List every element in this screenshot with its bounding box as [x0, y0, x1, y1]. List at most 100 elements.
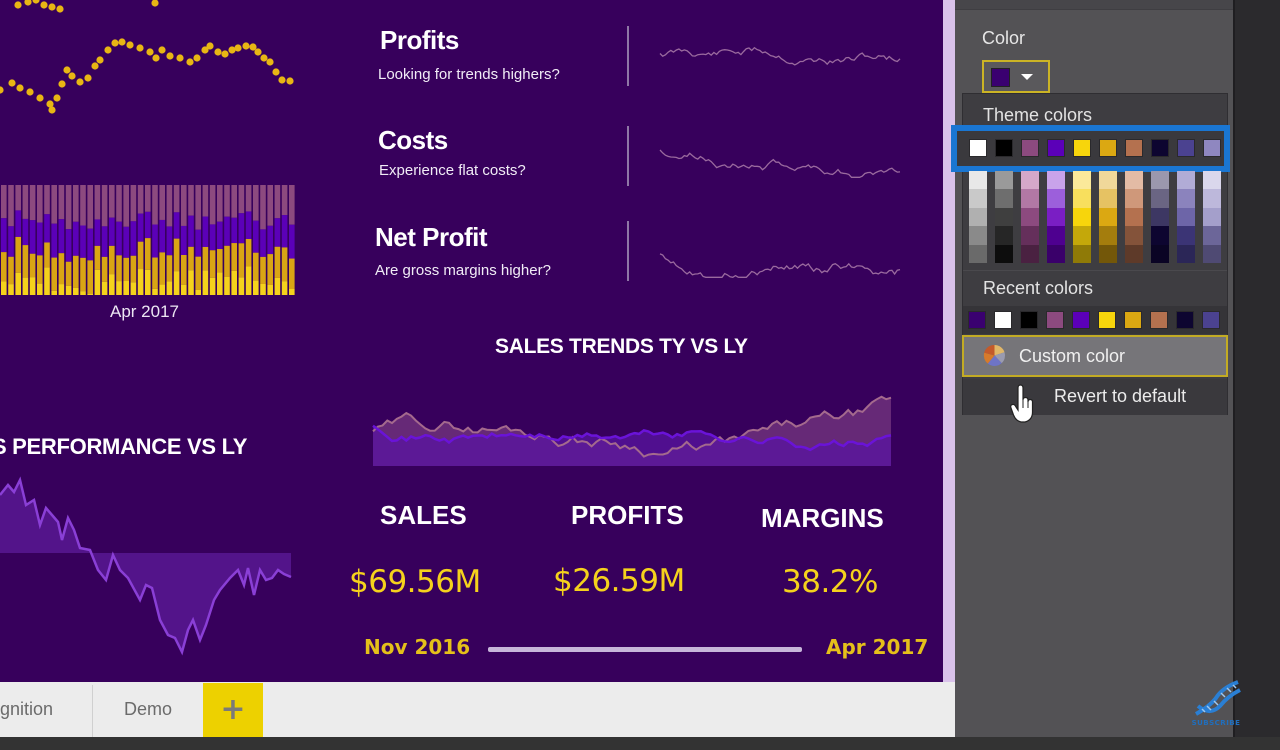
add-page-button[interactable]: + — [203, 683, 263, 737]
shade-swatch[interactable] — [969, 244, 987, 263]
bar-segment — [87, 260, 93, 294]
recent-color-swatch[interactable] — [1020, 311, 1038, 329]
shade-swatch[interactable] — [1047, 189, 1065, 208]
shade-swatch[interactable] — [995, 226, 1013, 245]
shade-swatch[interactable] — [1047, 226, 1065, 245]
recent-color-swatch[interactable] — [1098, 311, 1116, 329]
shade-swatch[interactable] — [1099, 244, 1117, 263]
bar-segment — [94, 269, 101, 295]
theme-color-swatch[interactable] — [995, 139, 1013, 157]
shade-swatch[interactable] — [969, 171, 987, 190]
bar-segment — [238, 243, 245, 278]
shade-swatch[interactable] — [995, 189, 1013, 208]
recent-color-swatch[interactable] — [1150, 311, 1168, 329]
shade-swatch[interactable] — [1177, 207, 1195, 227]
custom-color-button[interactable]: Custom color — [962, 335, 1228, 377]
tab-page-demo[interactable]: Demo — [93, 682, 203, 737]
shade-swatch[interactable] — [1177, 244, 1195, 263]
recent-color-swatch[interactable] — [968, 311, 986, 329]
shade-swatch[interactable] — [1203, 189, 1221, 208]
shade-swatch[interactable] — [1125, 244, 1143, 263]
shade-swatch[interactable] — [1203, 226, 1221, 245]
color-picker-button[interactable] — [982, 60, 1050, 93]
shade-swatch[interactable] — [969, 189, 987, 208]
shade-swatch[interactable] — [1047, 244, 1065, 263]
line-marker — [24, 0, 32, 6]
shade-swatch[interactable] — [1099, 189, 1117, 208]
right-edge-panel — [1233, 0, 1280, 737]
subscribe-watermark[interactable]: SUBSCRIBE — [1186, 676, 1246, 732]
shade-swatch[interactable] — [1073, 244, 1091, 263]
shade-swatch[interactable] — [1203, 244, 1221, 263]
shade-swatch[interactable] — [1151, 207, 1169, 227]
shade-swatch[interactable] — [1047, 207, 1065, 227]
shade-swatch[interactable] — [1177, 189, 1195, 208]
shade-swatch[interactable] — [1151, 189, 1169, 208]
bar-segment — [73, 221, 79, 256]
shade-swatch[interactable] — [1099, 207, 1117, 227]
shade-swatch[interactable] — [1151, 244, 1169, 263]
shade-swatch[interactable] — [1151, 226, 1169, 245]
shade-swatch[interactable] — [1073, 207, 1091, 227]
theme-color-swatch[interactable] — [1021, 139, 1039, 157]
shade-swatch[interactable] — [1073, 189, 1091, 208]
recent-color-swatch[interactable] — [1124, 311, 1142, 329]
theme-color-swatch[interactable] — [1099, 139, 1117, 157]
bar-segment — [217, 221, 223, 250]
theme-color-swatch[interactable] — [1125, 139, 1143, 157]
bar-segment — [37, 283, 43, 295]
shade-swatch[interactable] — [1047, 171, 1065, 190]
shade-swatch[interactable] — [995, 207, 1013, 227]
bar-segment — [65, 285, 72, 295]
theme-color-swatch[interactable] — [1177, 139, 1195, 157]
bar-segment — [65, 261, 72, 286]
shade-swatch[interactable] — [1125, 226, 1143, 245]
shade-swatch[interactable] — [1177, 226, 1195, 245]
report-canvas: Apr 2017 S PERFORMANCE VS LY Profits Loo… — [0, 0, 943, 682]
shade-swatch[interactable] — [969, 207, 987, 227]
bar-segment — [231, 243, 237, 271]
bar-segment — [123, 257, 129, 282]
bar-segment — [51, 185, 57, 224]
shade-swatch[interactable] — [1203, 171, 1221, 190]
theme-color-swatch[interactable] — [1047, 139, 1065, 157]
shade-swatch[interactable] — [1099, 226, 1117, 245]
shade-swatch[interactable] — [1021, 226, 1039, 245]
revert-to-default-button[interactable]: Revert to default — [963, 379, 1227, 415]
theme-color-swatch[interactable] — [1151, 139, 1169, 157]
line-marker — [111, 39, 119, 47]
bar-segment — [8, 226, 14, 257]
theme-color-swatch[interactable] — [1073, 139, 1091, 157]
page-tab-bar: gnition Demo + — [0, 682, 955, 737]
tab-page-recognition[interactable]: gnition — [0, 682, 92, 737]
date-range-slider[interactable] — [488, 647, 802, 652]
shade-swatch[interactable] — [1099, 171, 1117, 190]
shade-swatch[interactable] — [1021, 244, 1039, 263]
theme-color-swatch[interactable] — [969, 139, 987, 157]
shade-swatch[interactable] — [1073, 171, 1091, 190]
recent-color-swatch[interactable] — [1202, 311, 1220, 329]
recent-color-swatch[interactable] — [1072, 311, 1090, 329]
shade-swatch[interactable] — [1021, 189, 1039, 208]
shade-swatch[interactable] — [1203, 207, 1221, 227]
recent-color-swatch[interactable] — [994, 311, 1012, 329]
bar-segment — [145, 211, 151, 239]
shade-swatch[interactable] — [995, 244, 1013, 263]
shade-swatch[interactable] — [1151, 171, 1169, 190]
shade-swatch[interactable] — [1021, 171, 1039, 190]
shade-swatch[interactable] — [1125, 171, 1143, 190]
shade-swatch[interactable] — [1125, 189, 1143, 208]
shade-swatch[interactable] — [1177, 171, 1195, 190]
theme-color-swatch[interactable] — [1203, 139, 1221, 157]
bar-segment — [152, 224, 158, 258]
line-marker — [158, 46, 166, 54]
shade-swatch[interactable] — [1125, 207, 1143, 227]
bar-segment — [253, 185, 259, 221]
bar-segment — [231, 270, 237, 295]
shade-swatch[interactable] — [969, 226, 987, 245]
shade-swatch[interactable] — [1073, 226, 1091, 245]
recent-color-swatch[interactable] — [1046, 311, 1064, 329]
recent-color-swatch[interactable] — [1176, 311, 1194, 329]
shade-swatch[interactable] — [1021, 207, 1039, 227]
shade-swatch[interactable] — [995, 171, 1013, 190]
